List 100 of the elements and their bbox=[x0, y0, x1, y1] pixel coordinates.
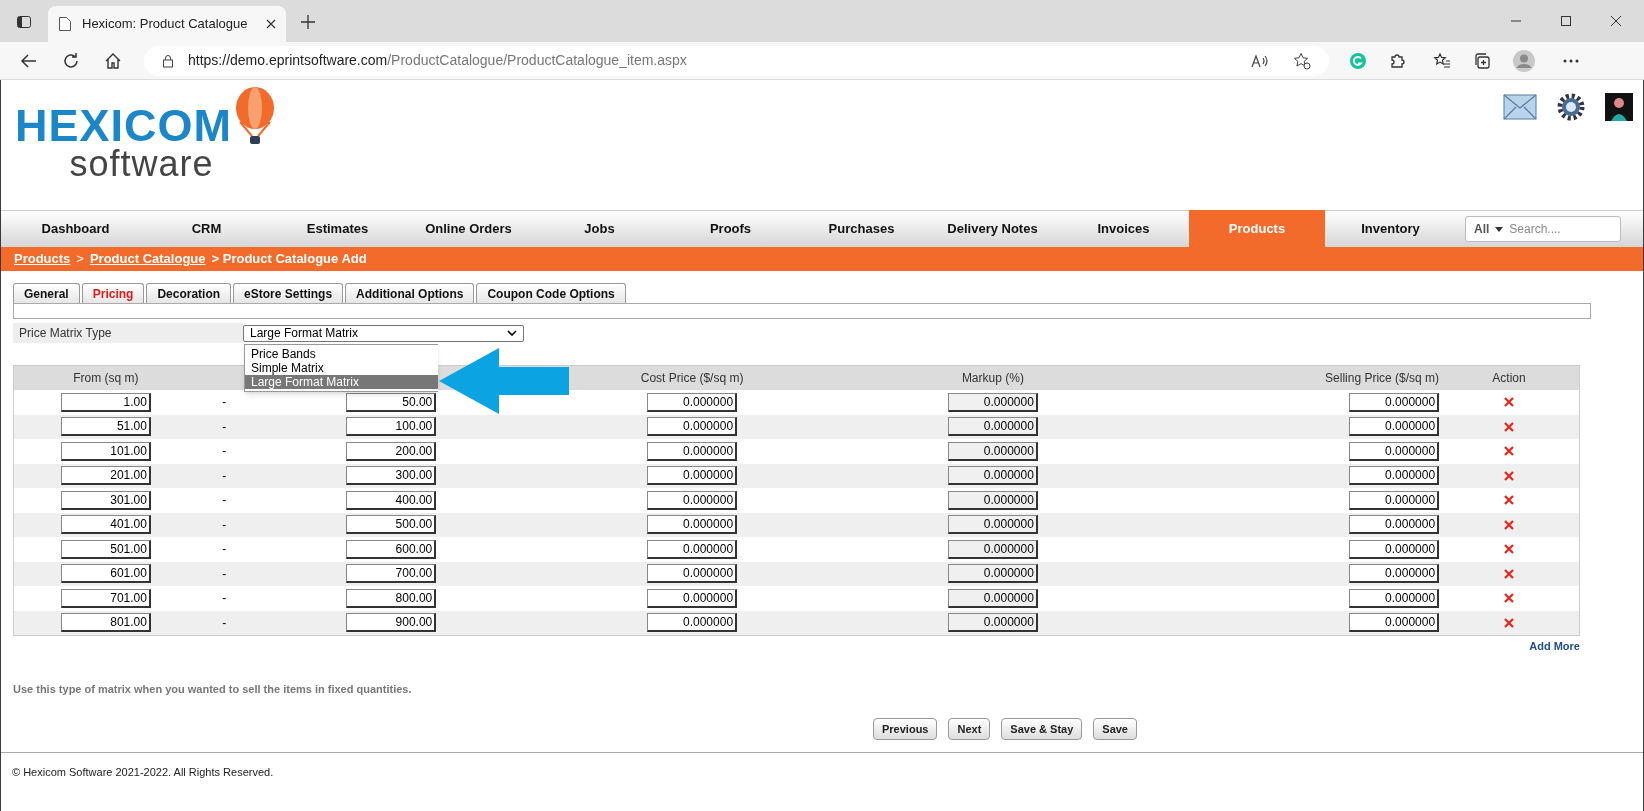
number-field[interactable]: 0.000000 bbox=[647, 588, 738, 608]
read-aloud-icon[interactable] bbox=[1251, 52, 1269, 69]
tab[interactable]: Decoration bbox=[146, 283, 232, 303]
number-field[interactable]: 800.00 bbox=[346, 588, 437, 608]
number-field[interactable]: 600.00 bbox=[346, 539, 437, 559]
number-field[interactable]: 401.00 bbox=[60, 515, 151, 535]
dropdown-option[interactable]: Large Format Matrix bbox=[245, 375, 438, 389]
number-field[interactable]: 0.000000 bbox=[647, 515, 738, 535]
nav-item[interactable]: Inventory bbox=[1325, 211, 1456, 247]
more-icon[interactable] bbox=[1563, 58, 1579, 63]
puzzle-icon[interactable] bbox=[1389, 51, 1407, 70]
tab[interactable]: General bbox=[13, 283, 80, 303]
number-field[interactable]: 0.000000 bbox=[1349, 613, 1440, 633]
search-scope[interactable]: All bbox=[1474, 220, 1490, 238]
nav-item[interactable]: Proofs bbox=[665, 211, 796, 247]
number-field[interactable]: 51.00 bbox=[60, 417, 151, 437]
number-field[interactable]: 1.00 bbox=[60, 392, 151, 412]
number-field[interactable]: 0.000000 bbox=[647, 466, 738, 486]
nav-item[interactable]: Estimates bbox=[272, 211, 403, 247]
number-field[interactable]: 501.00 bbox=[60, 539, 151, 559]
delete-icon[interactable] bbox=[1504, 446, 1515, 457]
settings-icon[interactable] bbox=[1557, 93, 1585, 121]
nav-item[interactable]: Delivery Notes bbox=[927, 211, 1058, 247]
number-field[interactable]: 400.00 bbox=[346, 490, 437, 510]
mail-icon[interactable] bbox=[1503, 94, 1537, 120]
add-more-link[interactable]: Add More bbox=[1529, 638, 1580, 655]
range-dash: - bbox=[222, 590, 227, 608]
favorites-icon[interactable] bbox=[1433, 51, 1451, 70]
close-icon[interactable] bbox=[1610, 15, 1622, 27]
number-field[interactable]: 0.000000 bbox=[647, 613, 738, 633]
nav-item[interactable]: CRM bbox=[141, 211, 272, 247]
range-dash: - bbox=[222, 492, 227, 510]
form-button[interactable]: Next bbox=[948, 718, 991, 740]
number-field[interactable]: 300.00 bbox=[346, 466, 437, 486]
number-field[interactable]: 50.00 bbox=[346, 392, 437, 412]
back-icon[interactable] bbox=[20, 51, 38, 70]
number-field[interactable]: 0.000000 bbox=[1349, 466, 1440, 486]
number-field[interactable]: 200.00 bbox=[346, 441, 437, 461]
form-button[interactable]: Save bbox=[1093, 718, 1137, 740]
number-field[interactable]: 0.000000 bbox=[1349, 515, 1440, 535]
number-field[interactable]: 900.00 bbox=[346, 613, 437, 633]
close-icon[interactable] bbox=[266, 19, 276, 29]
tab[interactable]: Coupon Code Options bbox=[476, 283, 626, 303]
price-matrix-select[interactable]: Large Format Matrix bbox=[243, 324, 524, 342]
avatar-icon[interactable] bbox=[1605, 93, 1633, 121]
number-field[interactable]: 801.00 bbox=[60, 613, 151, 633]
delete-icon[interactable] bbox=[1504, 617, 1515, 628]
nav-item[interactable]: Jobs bbox=[534, 211, 665, 247]
browser-tab[interactable]: Hexicom: Product Catalogue bbox=[48, 6, 286, 42]
number-field[interactable]: 0.000000 bbox=[1349, 539, 1440, 559]
number-field[interactable]: 101.00 bbox=[60, 441, 151, 461]
maximize-icon[interactable] bbox=[1560, 15, 1572, 27]
dropdown-option[interactable]: Price Bands bbox=[245, 347, 438, 361]
nav-item[interactable]: Online Orders bbox=[403, 211, 534, 247]
favorite-add-icon[interactable] bbox=[1293, 51, 1311, 70]
number-field[interactable]: 701.00 bbox=[60, 588, 151, 608]
form-button[interactable]: Previous bbox=[873, 718, 938, 740]
number-field[interactable]: 0.000000 bbox=[1349, 564, 1440, 584]
profile-icon[interactable] bbox=[1513, 49, 1535, 72]
number-field[interactable]: 0.000000 bbox=[1349, 441, 1440, 461]
new-tab-icon[interactable] bbox=[300, 14, 316, 30]
delete-icon[interactable] bbox=[1504, 397, 1515, 408]
delete-icon[interactable] bbox=[1504, 593, 1515, 604]
number-field[interactable]: 0.000000 bbox=[647, 417, 738, 437]
tab-actions-icon[interactable] bbox=[16, 14, 32, 30]
number-field[interactable]: 0.000000 bbox=[647, 539, 738, 559]
nav-item[interactable]: Invoices bbox=[1058, 211, 1189, 247]
search-box[interactable]: All Search.... bbox=[1465, 216, 1621, 242]
delete-icon[interactable] bbox=[1504, 421, 1515, 432]
nav-item[interactable]: Purchases bbox=[796, 211, 927, 247]
number-field[interactable]: 201.00 bbox=[60, 466, 151, 486]
number-field[interactable]: 700.00 bbox=[346, 564, 437, 584]
refresh-icon[interactable] bbox=[62, 51, 80, 70]
number-field[interactable]: 500.00 bbox=[346, 515, 437, 535]
delete-icon[interactable] bbox=[1504, 470, 1515, 481]
number-field[interactable]: 0.000000 bbox=[1349, 490, 1440, 510]
number-field[interactable]: 0.000000 bbox=[1349, 417, 1440, 437]
tab[interactable]: Additional Options bbox=[345, 283, 475, 303]
number-field[interactable]: 0.000000 bbox=[647, 392, 738, 412]
number-field[interactable]: 0.000000 bbox=[1349, 392, 1440, 412]
tab[interactable]: Pricing bbox=[81, 283, 145, 303]
home-icon[interactable] bbox=[104, 51, 122, 70]
caret-icon[interactable] bbox=[1495, 226, 1504, 232]
collections-icon[interactable] bbox=[1473, 51, 1491, 70]
delete-icon[interactable] bbox=[1504, 568, 1515, 579]
number-field[interactable]: 100.00 bbox=[346, 417, 437, 437]
delete-icon[interactable] bbox=[1504, 495, 1515, 506]
number-field[interactable]: 0.000000 bbox=[1349, 588, 1440, 608]
delete-icon[interactable] bbox=[1504, 544, 1515, 555]
nav-item[interactable]: Dashboard bbox=[10, 211, 141, 247]
number-field[interactable]: 601.00 bbox=[60, 564, 151, 584]
dropdown-option[interactable]: Simple Matrix bbox=[245, 361, 438, 375]
number-field[interactable]: 0.000000 bbox=[647, 490, 738, 510]
form-button[interactable]: Save & Stay bbox=[1001, 718, 1083, 740]
tab[interactable]: eStore Settings bbox=[233, 283, 344, 303]
number-field[interactable]: 0.000000 bbox=[647, 441, 738, 461]
number-field[interactable]: 301.00 bbox=[60, 490, 151, 510]
address-bar[interactable]: https://demo.eprintsoftware.com/ProductCatalogue/ProductCatalogue_item.aspx bbox=[144, 45, 1329, 76]
delete-icon[interactable] bbox=[1504, 519, 1515, 530]
number-field[interactable]: 0.000000 bbox=[647, 564, 738, 584]
